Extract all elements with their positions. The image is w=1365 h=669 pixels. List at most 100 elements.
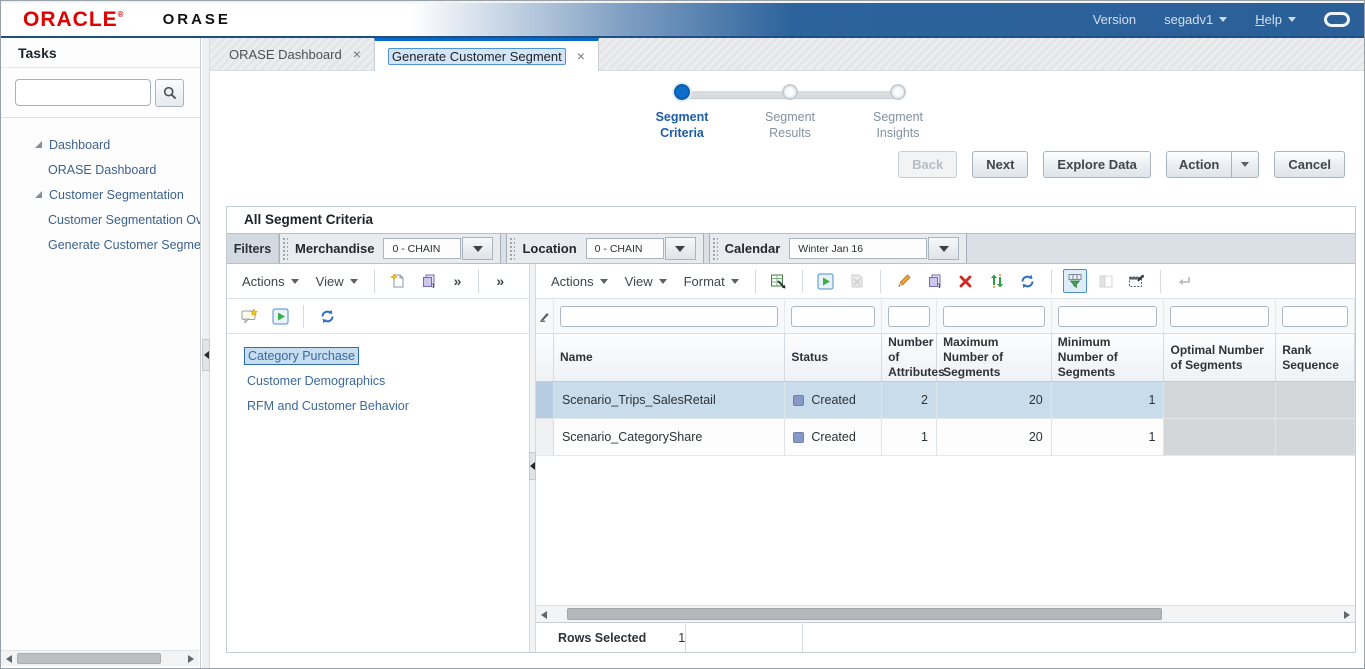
view-menu[interactable]: View (311, 274, 363, 289)
cell-name[interactable]: Scenario_CategoryShare (554, 419, 786, 455)
column-header-name[interactable]: Name (554, 334, 786, 381)
refresh-button[interactable] (315, 304, 339, 328)
search-button[interactable] (155, 78, 184, 107)
qbe-optimal-segments-input[interactable] (1170, 305, 1270, 327)
stop-run-button[interactable] (845, 269, 869, 293)
help-menu[interactable]: Help (1255, 12, 1296, 27)
qbe-status-input[interactable] (791, 305, 876, 327)
qbe-max-segments-input[interactable] (943, 305, 1045, 327)
create-new-button[interactable] (386, 269, 410, 293)
refresh-table-button[interactable] (1016, 269, 1040, 293)
tree-item-customer-segmentation-overview[interactable]: Customer Segmentation Ove (48, 213, 200, 227)
qbe-rank-cell (1276, 299, 1355, 333)
merchandise-value[interactable]: 0 - CHAIN (383, 238, 462, 259)
toolbar-separator (303, 304, 304, 328)
toolbar-overflow-button[interactable]: » (490, 273, 510, 289)
rank-scenarios-button[interactable] (985, 269, 1009, 293)
scroll-left-icon[interactable] (541, 611, 547, 619)
sidebar-hscrollbar[interactable] (1, 650, 199, 666)
criteria-toolbar: Actions View » » (227, 264, 529, 299)
wizard-step-segment-insights[interactable]: Segment Insights (844, 84, 952, 142)
column-header-attributes[interactable]: Number of Attributes (882, 334, 945, 381)
expanded-node-icon[interactable] (35, 191, 42, 198)
view-menu[interactable]: View (620, 274, 672, 289)
location-value[interactable]: 0 - CHAIN (585, 238, 664, 259)
tab-orase-dashboard[interactable]: ORASE Dashboard × (216, 38, 374, 70)
edit-button[interactable] (892, 269, 916, 293)
list-item-rfm-customer-behavior[interactable]: RFM and Customer Behavior (227, 393, 529, 418)
merchandise-dropdown-button[interactable] (462, 237, 494, 260)
duplicate-button[interactable] (417, 269, 441, 293)
version-link[interactable]: Version (1093, 12, 1136, 27)
calendar-dropdown-button[interactable] (928, 237, 960, 260)
sidebar-splitter[interactable] (202, 38, 210, 668)
row-header-cell[interactable] (536, 419, 554, 455)
action-split-button[interactable]: Action (1165, 151, 1260, 178)
tree-item-generate-customer-segment[interactable]: Generate Customer Segmen (48, 238, 200, 252)
tree-item-orase-dashboard[interactable]: ORASE Dashboard (48, 163, 156, 177)
drag-handle-icon[interactable] (509, 237, 516, 260)
table-hscrollbar[interactable] (536, 605, 1355, 622)
table-row[interactable]: Scenario_Trips_SalesRetail Created 2 20 … (536, 382, 1355, 419)
query-by-example-toggle[interactable] (1062, 269, 1087, 293)
pencil-icon (897, 274, 911, 287)
action-dropdown-button[interactable] (1231, 152, 1258, 177)
oracle-o-icon[interactable] (1324, 12, 1350, 27)
merchandise-label: Merchandise (295, 241, 375, 256)
delete-button[interactable] (954, 269, 978, 293)
scrollbar-thumb[interactable] (17, 653, 161, 664)
cell-name[interactable]: Scenario_Trips_SalesRetail (554, 382, 786, 418)
row-header-cell[interactable] (536, 382, 554, 418)
column-header-optimal-segments[interactable]: Optimal Number of Segments (1164, 334, 1277, 381)
run-scenario-button[interactable] (814, 269, 838, 293)
copy-scenario-button[interactable] (923, 269, 947, 293)
expanded-node-icon[interactable] (35, 141, 42, 148)
column-header-max-segments[interactable]: Maximum Number of Segments (937, 334, 1052, 381)
go-button[interactable] (1172, 269, 1196, 293)
qbe-min-segments-input[interactable] (1057, 305, 1158, 327)
action-button-label[interactable]: Action (1167, 152, 1231, 177)
toolbar-overflow-button[interactable]: » (448, 273, 468, 289)
tab-generate-customer-segment[interactable]: Generate Customer Segment × (373, 38, 599, 71)
list-item-category-purchase[interactable]: Category Purchase (227, 343, 529, 368)
close-icon[interactable]: × (577, 49, 585, 63)
list-item-customer-demographics[interactable]: Customer Demographics (227, 368, 529, 393)
pane-splitter[interactable] (529, 264, 536, 652)
format-menu[interactable]: Format (679, 274, 744, 289)
task-search-input[interactable] (15, 79, 151, 106)
detach-table-button[interactable] (1125, 269, 1149, 293)
tree-item-customer-segmentation[interactable]: Customer Segmentation (49, 188, 184, 202)
add-note-button[interactable] (237, 304, 261, 328)
qbe-rank-input[interactable] (1282, 305, 1348, 327)
freeze-columns-button[interactable] (1094, 269, 1118, 293)
scroll-right-icon[interactable] (1344, 611, 1350, 619)
tree-item-dashboard[interactable]: Dashboard (49, 138, 110, 152)
scroll-right-icon[interactable] (188, 655, 194, 663)
scroll-left-icon[interactable] (6, 655, 12, 663)
user-menu[interactable]: segadv1 (1164, 12, 1228, 27)
scrollbar-thumb[interactable] (567, 608, 1162, 620)
run-button[interactable] (268, 304, 292, 328)
column-header-min-segments[interactable]: Minimum Number of Segments (1052, 334, 1165, 381)
actions-menu[interactable]: Actions (237, 274, 304, 289)
column-header-status[interactable]: Status (785, 334, 883, 381)
drag-handle-icon[interactable] (711, 237, 718, 260)
export-to-excel-button[interactable] (767, 269, 791, 293)
close-icon[interactable]: × (353, 47, 361, 61)
drag-handle-icon[interactable] (282, 237, 288, 260)
collapse-pane-handle[interactable] (529, 452, 536, 480)
next-button[interactable]: Next (972, 151, 1029, 178)
qbe-attributes-input[interactable] (888, 305, 931, 327)
location-dropdown-button[interactable] (664, 237, 696, 260)
collapse-sidebar-handle[interactable] (202, 339, 210, 371)
cancel-button[interactable]: Cancel (1274, 151, 1345, 178)
actions-menu[interactable]: Actions (546, 274, 613, 289)
explore-data-button[interactable]: Explore Data (1043, 151, 1151, 178)
wizard-step-segment-results[interactable]: Segment Results (736, 84, 844, 142)
wizard-step-segment-criteria[interactable]: Segment Criteria (628, 84, 736, 142)
column-header-rank-sequence[interactable]: Rank Sequence (1276, 334, 1355, 381)
qbe-name-input[interactable] (559, 305, 779, 327)
calendar-value[interactable]: Winter Jan 16 (789, 238, 928, 259)
back-button[interactable]: Back (898, 151, 958, 178)
table-row[interactable]: Scenario_CategoryShare Created 1 20 1 (536, 419, 1355, 456)
